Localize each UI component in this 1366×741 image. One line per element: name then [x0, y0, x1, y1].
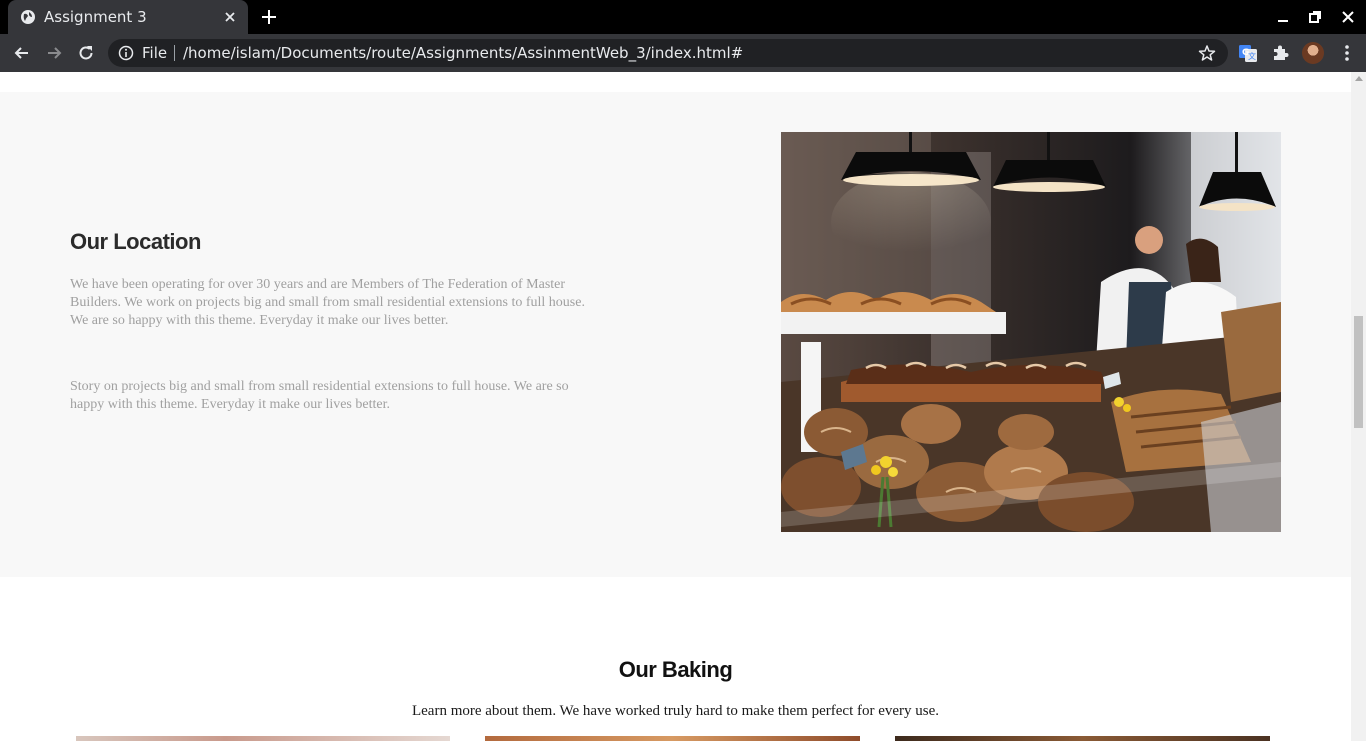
- tab-title: Assignment 3: [44, 8, 147, 26]
- baking-title: Our Baking: [618, 657, 733, 682]
- location-paragraph-1-line: We are so happy with this theme. Everyda…: [70, 313, 449, 328]
- bakery-photo: [781, 132, 1281, 532]
- location-paragraph-2-line: happy with this theme. Everyday it make …: [70, 397, 390, 412]
- url-text[interactable]: /home/islam/Documents/route/Assignments/…: [183, 44, 743, 62]
- location-section: Our Location We have been operating for …: [0, 92, 1351, 577]
- kebab-icon[interactable]: [1337, 43, 1357, 63]
- file-scheme-label: File: [142, 44, 168, 62]
- baking-subtitle: Learn more about them. We have worked tr…: [411, 703, 940, 719]
- close-icon[interactable]: [222, 9, 238, 25]
- svg-text:文: 文: [1248, 51, 1256, 61]
- location-paragraph-1-line: Builders. We work on projects big and sm…: [70, 295, 585, 310]
- browser-toolbar: File /home/islam/Documents/route/Assignm…: [0, 34, 1366, 72]
- tab-strip: Assignment 3: [0, 0, 1366, 34]
- puzzle-icon[interactable]: [1270, 43, 1290, 63]
- profile-avatar[interactable]: [1302, 42, 1324, 64]
- location-title: Our Location: [70, 229, 201, 254]
- reload-icon[interactable]: [76, 43, 96, 63]
- address-bar[interactable]: File /home/islam/Documents/route/Assignm…: [108, 39, 1228, 67]
- location-paragraph-1-line: We have been operating for over 30 years…: [70, 277, 566, 292]
- baking-card-image: [485, 736, 860, 741]
- info-icon[interactable]: [118, 45, 134, 61]
- minimize-icon[interactable]: [1275, 9, 1291, 25]
- browser-tab[interactable]: Assignment 3: [8, 0, 248, 34]
- arrow-right-icon[interactable]: [44, 43, 64, 63]
- location-paragraph-1: We have been operating for over 30 years…: [70, 276, 600, 330]
- restore-icon[interactable]: [1307, 9, 1323, 25]
- location-paragraph-2-line: Story on projects big and small from sma…: [70, 379, 569, 394]
- translate-icon[interactable]: G 文: [1238, 43, 1258, 63]
- scroll-up-arrow-icon[interactable]: [1355, 76, 1363, 81]
- location-paragraph-2: Story on projects big and small from sma…: [70, 378, 600, 414]
- globe-icon: [21, 10, 35, 24]
- arrow-left-icon[interactable]: [12, 43, 32, 63]
- page-scrollbar[interactable]: [1351, 72, 1366, 741]
- close-window-icon[interactable]: [1340, 9, 1356, 25]
- baking-card-image: [76, 736, 450, 741]
- page-viewport: Our Location We have been operating for …: [0, 72, 1366, 741]
- plus-icon[interactable]: [260, 8, 278, 26]
- scrollbar-thumb[interactable]: [1354, 316, 1363, 428]
- baking-card-image: [895, 736, 1270, 741]
- star-icon[interactable]: [1198, 44, 1216, 62]
- omnibox-divider: [174, 45, 175, 61]
